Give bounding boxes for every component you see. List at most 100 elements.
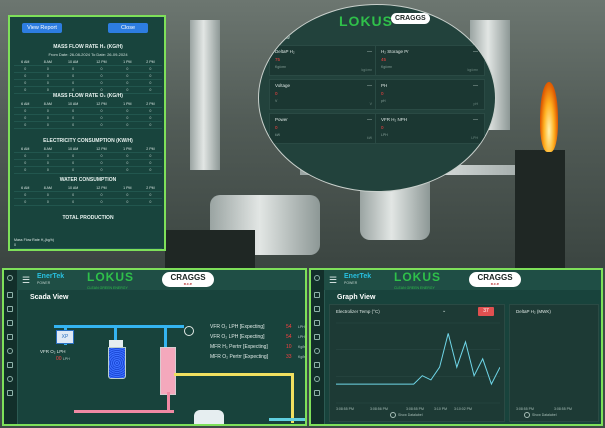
chart-icon[interactable] (7, 320, 13, 326)
table-cell: 0 (36, 114, 60, 122)
table-cell: 0 (87, 107, 116, 115)
report-table: 6 AM 8 AM 10 AM 12 PM 1 PM 2 PM 0 0 0 0 0 0 0 0 0 0 0 0 0 0… (14, 101, 162, 129)
menu-icon[interactable]: ☰ (329, 275, 337, 286)
metric-unit: Kg/cm² (275, 65, 287, 69)
dashboard-icon[interactable] (314, 292, 320, 298)
metric-title: PH (381, 83, 388, 88)
table-cell: 0 (36, 72, 60, 80)
show-datalabel-toggle[interactable]: Show Datalabel (524, 412, 557, 418)
table-cell: 0 (115, 191, 139, 199)
dashboard-icon[interactable] (7, 292, 13, 298)
machine-frame (515, 150, 565, 268)
logout-icon[interactable] (314, 390, 320, 396)
metric-card: Voltage 0 V — V (269, 79, 379, 110)
table-cell: 0 (36, 191, 60, 199)
metric-foot: LPH (471, 136, 478, 140)
radio-icon[interactable] (390, 412, 396, 418)
table-cell: 0 (138, 121, 162, 129)
electrolyzer-tank (160, 347, 176, 395)
reading-row: MFR H₂ Pertrr [Expecting] 10 Kg/hr (210, 344, 307, 350)
document-icon[interactable] (314, 306, 320, 312)
reading-row: VFR O₂ LPH [Expecting] 54 LPH (210, 334, 305, 340)
metric-title: VFR H₂ NPH (381, 117, 407, 122)
enertek-logo: EnerTek POWER (344, 273, 372, 285)
view-report-button[interactable]: View Report (22, 23, 62, 33)
craggs-logo: CRAGGS (391, 13, 430, 24)
chart-title: DeltaP H₂ (MWK) (516, 309, 551, 314)
table-cell: 0 (87, 166, 116, 174)
metric-title: H₂ Storage Pr (381, 49, 409, 54)
radio-icon[interactable] (524, 412, 530, 418)
page-title: Scada View (30, 294, 69, 301)
view-label: View (279, 35, 290, 41)
user-icon[interactable] (314, 348, 320, 354)
table-cell: 0 (14, 166, 37, 174)
table-row: 000000 (14, 72, 162, 80)
table-row: 000000 (14, 79, 162, 87)
table-cell: 0 (59, 159, 88, 167)
table-cell: 0 (14, 65, 37, 73)
enertek-logo: EnerTek POWER (37, 273, 65, 285)
metric-card: PH 0 pH — pH (375, 79, 485, 110)
user-icon[interactable] (7, 275, 13, 281)
table-cell: 0 (138, 65, 162, 73)
pink-pipe (167, 392, 170, 412)
table-row: 000000 (14, 121, 162, 129)
table-cell: 0 (115, 65, 139, 73)
table-cell: 0 (59, 72, 88, 80)
cyan-pipe (269, 418, 305, 421)
chart-icon[interactable] (314, 320, 320, 326)
x-tick-label: 3:08:55 PM (336, 407, 354, 411)
tools-icon[interactable] (314, 362, 320, 368)
metric-value: 0 (275, 91, 278, 96)
metric-foot: pH (473, 102, 478, 106)
report-icon[interactable] (314, 334, 320, 340)
table-cell: 0 (115, 121, 139, 129)
settings-icon[interactable] (314, 376, 320, 382)
table-cell: 0 (138, 79, 162, 87)
menu-icon[interactable]: ☰ (22, 275, 30, 286)
report-icon[interactable] (7, 334, 13, 340)
table-cell: 0 (87, 191, 116, 199)
user-icon[interactable] (314, 275, 320, 281)
table-cell: 0 (14, 159, 37, 167)
section-title: ELECTRICITY CONSUMPTION (KW/H) (43, 138, 133, 144)
table-row: 000000 (14, 152, 162, 160)
scada-panel: ☰ EnerTek POWER LOKUS CLEAN GREEN ENERGY C… (2, 268, 307, 426)
chevron-down-icon[interactable]: ⌄ (442, 308, 446, 314)
settings-icon[interactable] (7, 376, 13, 382)
metric-card: DeltaP H₂ 75 Kg/cm² — kg/cm² (269, 45, 379, 76)
table-cell: 0 (14, 107, 37, 115)
temp-line-chart (336, 322, 500, 404)
overview-circle: LOKUS CRAGGS View DeltaP H₂ 75 Kg/cm² — kg/c… (258, 4, 496, 192)
metric-value: 0 (275, 125, 278, 130)
table-cell: 0 (115, 79, 139, 87)
x-tick-label: 3:10:02 PM (454, 407, 472, 411)
metric-title: Voltage (275, 83, 291, 88)
tools-icon[interactable] (7, 362, 13, 368)
metric-unit: Kg/cm² (381, 65, 393, 69)
yellow-pipe (174, 373, 294, 376)
sidebar (4, 270, 18, 424)
machine-frame (165, 230, 255, 268)
document-icon[interactable] (7, 306, 13, 312)
user-icon[interactable] (7, 348, 13, 354)
show-datalabel-toggle[interactable]: Show Datalabel (390, 412, 423, 418)
metric-meta: — (367, 83, 372, 89)
table-cell: 0 (138, 198, 162, 206)
report-section: WATER CONSUMPTION 6 AM 8 AM 10 AM 12 PM 1 PM 2… (14, 177, 162, 206)
craggs-logo: CRAGGS R.C.P. (469, 272, 521, 287)
table-cell: 0 (87, 114, 116, 122)
report-section: MASS FLOW RATE O₂ (KG/H) 6 AM 8 AM 10 AM 12 … (14, 93, 162, 129)
water-tank (108, 347, 126, 379)
lokus-logo: LOKUS CLEAN GREEN ENERGY (394, 270, 441, 290)
section-title: WATER CONSUMPTION (59, 177, 117, 183)
table-cell: 0 (138, 107, 162, 115)
table-cell: 0 (87, 152, 116, 160)
metric-unit: LPH (381, 133, 388, 137)
logout-icon[interactable] (7, 390, 13, 396)
close-button[interactable]: Close (108, 23, 148, 33)
metric-card: Power 0 kW — kW (269, 113, 379, 144)
reading-row: MFR O₂ Pertrr [Expecting] 33 Kg/hr (210, 354, 307, 360)
table-cell: 0 (36, 198, 60, 206)
